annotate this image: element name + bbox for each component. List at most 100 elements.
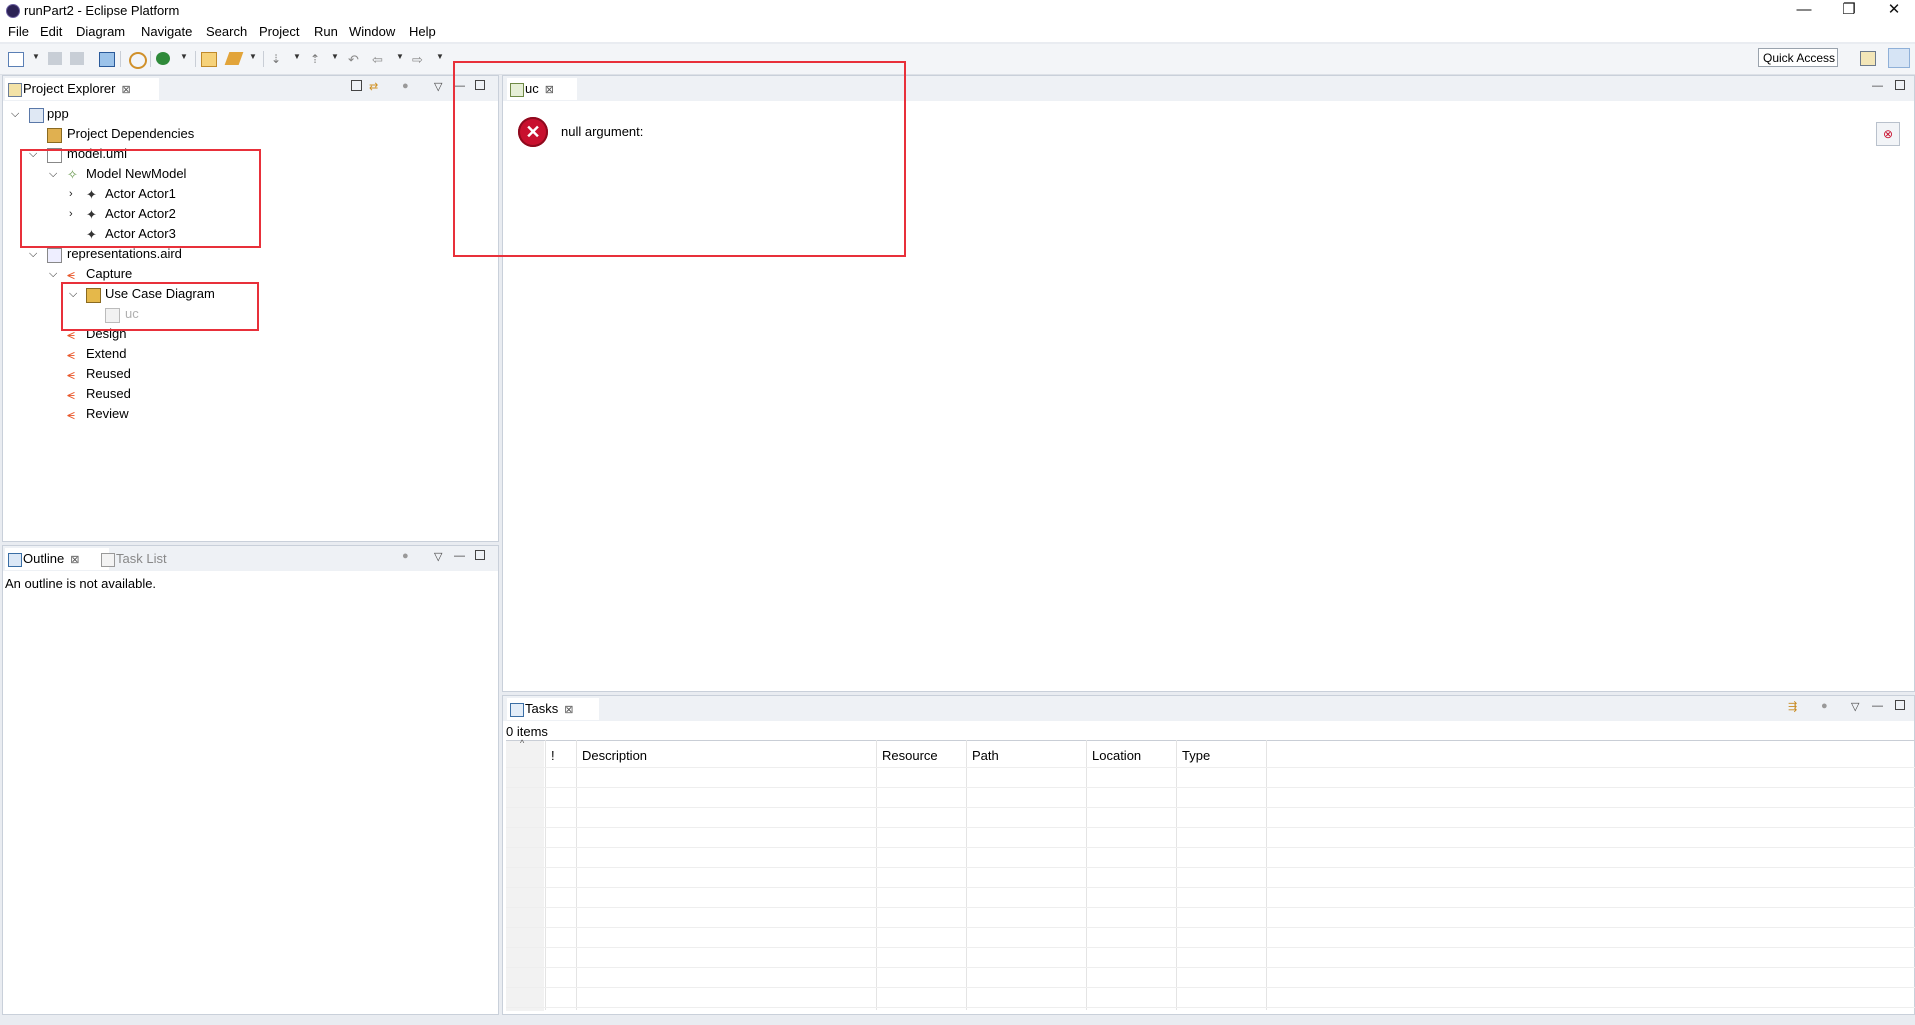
- back-dropdown-icon[interactable]: ▼: [396, 52, 404, 61]
- run-icon[interactable]: [156, 52, 170, 65]
- prev-annotation-icon[interactable]: ⇡: [310, 52, 324, 66]
- focus-icon[interactable]: ●: [1821, 700, 1828, 712]
- outline-icon: [8, 553, 22, 567]
- perspective-icon[interactable]: [1888, 48, 1910, 68]
- title-bar: runPart2 - Eclipse Platform — ❐ ✕: [0, 0, 1915, 22]
- highlight-box-diagram: [61, 282, 259, 331]
- new-dropdown-icon[interactable]: ▼: [32, 52, 40, 61]
- maximize-view-icon[interactable]: [1895, 700, 1905, 710]
- next-annotation-dropdown-icon[interactable]: ▼: [293, 52, 301, 61]
- minimize-view-icon[interactable]: —: [1872, 700, 1883, 712]
- tree-label: Extend: [86, 346, 127, 361]
- next-annotation-icon[interactable]: ⇣: [271, 52, 285, 66]
- prev-annotation-dropdown-icon[interactable]: ▼: [331, 52, 339, 61]
- project-explorer-header: Project Explorer ⊠ ⇄ ● ▽ —: [3, 76, 498, 101]
- status-bar: [0, 1015, 1915, 1025]
- window-title: runPart2 - Eclipse Platform: [24, 3, 180, 18]
- highlight-box-model: [20, 149, 261, 248]
- save-icon[interactable]: [48, 52, 62, 65]
- menu-file[interactable]: File: [8, 24, 29, 39]
- tab-outline-label: Outline: [23, 551, 65, 566]
- menu-project[interactable]: Project: [259, 24, 299, 39]
- column-priority[interactable]: !: [545, 745, 576, 767]
- column-location[interactable]: Location: [1086, 745, 1176, 767]
- focus-icon[interactable]: ●: [402, 550, 409, 562]
- pencil-icon[interactable]: [224, 52, 244, 65]
- menu-help[interactable]: Help: [409, 24, 436, 39]
- menu-diagram[interactable]: Diagram: [76, 24, 125, 39]
- close-icon[interactable]: ⊠: [70, 554, 79, 566]
- forward-dropdown-icon[interactable]: ▼: [436, 52, 444, 61]
- viewpoint-icon: ⪪: [67, 406, 75, 422]
- tab-task-list[interactable]: Task List: [98, 548, 196, 570]
- tab-project-explorer[interactable]: Project Explorer ⊠: [5, 78, 159, 100]
- open-folder-icon[interactable]: [201, 52, 217, 67]
- column-resource[interactable]: Resource: [876, 745, 966, 767]
- tree-label: Project Dependencies: [67, 126, 195, 141]
- outline-panel: Outline ⊠ Task List ● ▽ — An outline is n…: [2, 545, 499, 1015]
- tree-label: Reused: [86, 386, 131, 401]
- menu-navigate[interactable]: Navigate: [141, 24, 192, 39]
- tab-outline[interactable]: Outline ⊠: [5, 548, 109, 570]
- back-icon[interactable]: ⇦: [372, 52, 386, 67]
- close-window-button[interactable]: ✕: [1871, 0, 1915, 22]
- pencil-dropdown-icon[interactable]: ▼: [249, 52, 257, 61]
- collapse-all-icon[interactable]: [351, 80, 362, 91]
- menu-run[interactable]: Run: [314, 24, 338, 39]
- view-menu-icon[interactable]: ▽: [434, 80, 442, 93]
- viewpoint-icon: ⪪: [67, 366, 75, 382]
- link-editor-icon[interactable]: ⇄: [369, 80, 378, 93]
- filter-icon[interactable]: ⇶: [1788, 700, 1797, 713]
- menu-search[interactable]: Search: [206, 24, 247, 39]
- viewpoint-icon: ⪪: [67, 386, 75, 402]
- open-perspective-icon[interactable]: [1860, 51, 1876, 66]
- aird-file-icon: [47, 248, 62, 263]
- tree-label: Capture: [86, 266, 133, 281]
- main-toolbar: ▼ ▼ ▼ ⇣ ▼ ⇡ ▼ ↶ ⇦ ▼ ⇨ ▼: [0, 44, 1915, 75]
- menu-edit[interactable]: Edit: [40, 24, 62, 39]
- tab-tasks[interactable]: Tasks ⊠: [507, 698, 599, 720]
- menu-window[interactable]: Window: [349, 24, 395, 39]
- tab-project-explorer-label: Project Explorer: [23, 81, 116, 96]
- tree-label: Review: [86, 406, 129, 421]
- outline-message: An outline is not available.: [5, 576, 157, 591]
- run-dropdown-icon[interactable]: ▼: [180, 52, 188, 61]
- focus-icon[interactable]: ●: [402, 80, 409, 92]
- close-icon[interactable]: ⊠: [121, 84, 130, 96]
- maximize-view-icon[interactable]: [475, 550, 485, 560]
- close-icon[interactable]: ⊠: [564, 704, 573, 716]
- view-menu-icon[interactable]: ▽: [434, 550, 442, 563]
- expand-chevron-icon[interactable]: ⌵: [11, 105, 19, 123]
- new-icon[interactable]: [8, 52, 24, 67]
- last-edit-icon[interactable]: ↶: [348, 52, 362, 67]
- menu-bar: File Edit Diagram Navigate Search Projec…: [0, 22, 1915, 42]
- column-path[interactable]: Path: [966, 745, 1086, 767]
- folder-icon: [8, 83, 22, 97]
- view-menu-icon[interactable]: ▽: [1851, 700, 1859, 713]
- column-type[interactable]: Type: [1176, 745, 1266, 767]
- restore-button[interactable]: ❐: [1826, 0, 1872, 22]
- target-icon[interactable]: [129, 52, 147, 69]
- minimize-editor-icon[interactable]: —: [1872, 80, 1883, 92]
- column-description[interactable]: Description: [576, 745, 876, 767]
- outline-header: Outline ⊠ Task List ● ▽ —: [3, 546, 498, 571]
- tab-task-list-label: Task List: [116, 551, 167, 566]
- quick-access-field[interactable]: Quick Access: [1758, 48, 1838, 67]
- forward-icon[interactable]: ⇨: [412, 52, 426, 67]
- tasks-header: Tasks ⊠ ⇶ ● ▽ —: [503, 696, 1914, 721]
- error-details-icon[interactable]: ⊗: [1876, 122, 1900, 146]
- monitor-icon[interactable]: [99, 52, 115, 67]
- sort-caret-icon[interactable]: ^: [520, 738, 524, 748]
- highlight-box-error: [453, 61, 906, 257]
- tab-tasks-label: Tasks: [525, 701, 559, 716]
- minimize-view-icon[interactable]: —: [454, 550, 465, 562]
- tree-label: ppp: [47, 106, 69, 121]
- project-icon: [29, 108, 44, 123]
- save-all-icon[interactable]: [70, 52, 84, 65]
- task-list-icon: [101, 553, 115, 567]
- dependencies-icon: [47, 128, 62, 143]
- viewpoint-icon: ⪪: [67, 346, 75, 362]
- expand-chevron-icon[interactable]: ⌵: [49, 265, 57, 283]
- minimize-button[interactable]: —: [1781, 0, 1827, 22]
- maximize-editor-icon[interactable]: [1895, 80, 1905, 90]
